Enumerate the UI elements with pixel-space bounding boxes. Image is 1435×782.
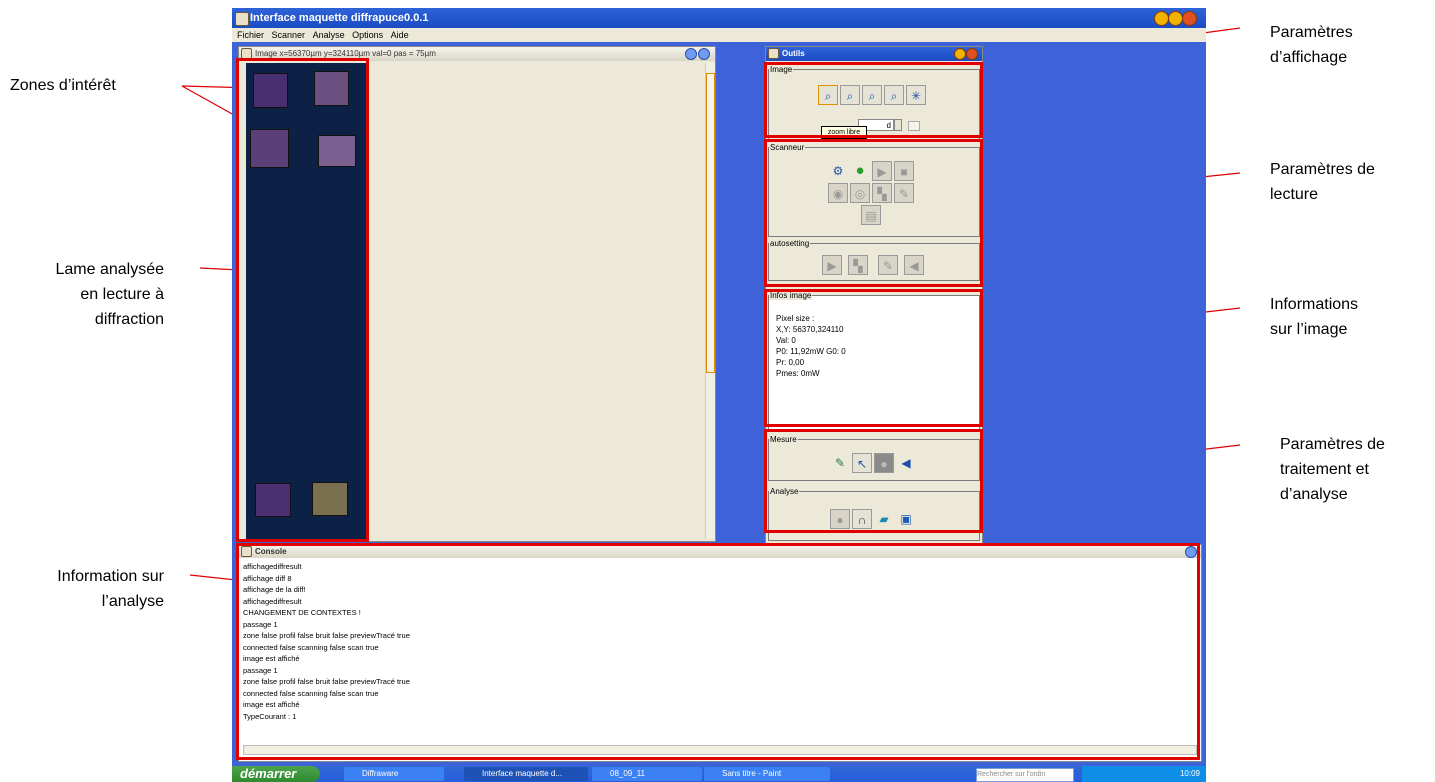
highlight-reading-params bbox=[764, 139, 983, 287]
label-zones: Zones d’intérêt bbox=[10, 77, 116, 94]
maximize-icon[interactable] bbox=[1168, 11, 1183, 26]
highlight-image-info bbox=[764, 289, 983, 427]
title-bar: Interface maquette diffrapuce0.0.1 bbox=[232, 8, 1206, 28]
task-paint[interactable]: Sans titre - Paint bbox=[704, 767, 830, 781]
label-param-traitement-line: Paramètres de bbox=[1280, 436, 1385, 453]
image-vertical-scrollbar[interactable] bbox=[705, 63, 715, 539]
label-param-traitement-line: traitement et bbox=[1280, 461, 1369, 478]
window-title: Interface maquette diffrapuce0.0.1 bbox=[250, 12, 429, 24]
clock: 10:09 bbox=[1179, 769, 1200, 778]
tools-minimize-icon[interactable] bbox=[954, 48, 966, 60]
label-param-lecture-line: Paramètres de bbox=[1270, 161, 1375, 178]
task-diffraware[interactable]: Diffraware bbox=[344, 767, 444, 781]
taskbar: démarrer Diffraware Interface maquette d… bbox=[232, 766, 1206, 782]
label-lame: Lame analysée en lecture à diffraction bbox=[18, 257, 164, 332]
frame-minimize-icon[interactable] bbox=[685, 48, 697, 60]
close-icon[interactable] bbox=[1182, 11, 1197, 26]
task-interface[interactable]: Interface maquette d... bbox=[464, 767, 588, 781]
menu-fichier[interactable]: Fichier bbox=[237, 30, 264, 40]
highlight-display-params bbox=[764, 62, 983, 138]
minimize-icon[interactable] bbox=[1154, 11, 1169, 26]
label-info-image-line: sur l’image bbox=[1270, 321, 1348, 338]
highlight-slide bbox=[236, 58, 369, 542]
label-info-analyse: Information sur l’analyse bbox=[36, 564, 164, 614]
menu-aide[interactable]: Aide bbox=[391, 30, 409, 40]
menu-scanner[interactable]: Scanner bbox=[272, 30, 306, 40]
menu-options[interactable]: Options bbox=[352, 30, 383, 40]
start-label: démarrer bbox=[240, 766, 297, 781]
label-param-affichage-line: d’affichage bbox=[1270, 49, 1348, 66]
label-param-affichage-line: Paramètres bbox=[1270, 24, 1353, 41]
label-param-lecture: Paramètres de lecture bbox=[1270, 157, 1375, 207]
tools-titlebar: Outils bbox=[766, 47, 982, 61]
menu-analyse[interactable]: Analyse bbox=[313, 30, 345, 40]
system-tray: 10:09 bbox=[1082, 766, 1206, 782]
label-param-traitement: Paramètres de traitement et d’analyse bbox=[1280, 432, 1385, 507]
tools-title: Outils bbox=[782, 49, 805, 58]
label-param-lecture-line: lecture bbox=[1270, 186, 1319, 203]
label-info-image: Informations sur l’image bbox=[1270, 292, 1358, 342]
highlight-console bbox=[236, 543, 1200, 760]
frame-maximize-icon[interactable] bbox=[698, 48, 710, 60]
tools-close-icon[interactable] bbox=[966, 48, 978, 60]
highlight-processing-params bbox=[764, 429, 983, 533]
menu-bar: Fichier Scanner Analyse Options Aide bbox=[232, 28, 1206, 42]
label-lame-line: diffraction bbox=[94, 311, 164, 328]
java-icon bbox=[235, 12, 249, 26]
label-lame-line: en lecture à bbox=[80, 286, 164, 303]
label-info-analyse-line: l’analyse bbox=[101, 593, 164, 610]
tools-frame-icon bbox=[768, 48, 779, 59]
label-lame-line: Lame analysée bbox=[55, 261, 164, 278]
label-param-traitement-line: d’analyse bbox=[1280, 486, 1348, 503]
label-info-image-line: Informations bbox=[1270, 296, 1359, 313]
start-button[interactable]: démarrer bbox=[232, 766, 320, 782]
label-param-affichage: Paramètres d’affichage bbox=[1270, 20, 1353, 70]
task-folder[interactable]: 08_09_11 bbox=[592, 767, 702, 781]
scroll-thumb[interactable] bbox=[706, 73, 715, 373]
search-input[interactable]: Rechercher sur l'ordin bbox=[976, 768, 1074, 782]
label-info-analyse-line: Information sur bbox=[57, 568, 164, 585]
